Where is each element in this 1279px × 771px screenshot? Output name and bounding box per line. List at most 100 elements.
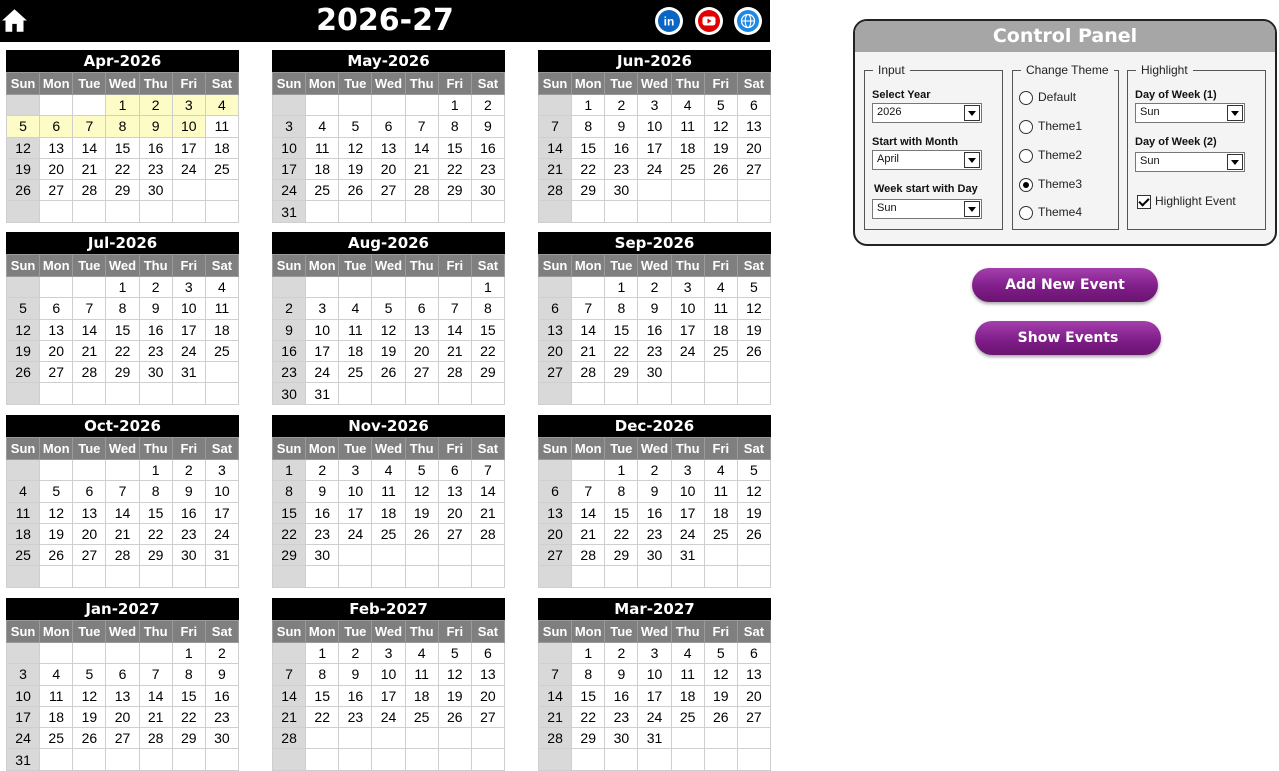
day-cell[interactable]: 30 — [604, 727, 639, 750]
day-cell[interactable]: 19 — [404, 501, 439, 524]
day-cell[interactable]: 16 — [171, 501, 206, 524]
day-cell[interactable]: 28 — [537, 179, 573, 202]
day-cell[interactable]: 3 — [5, 663, 41, 686]
day-cell[interactable]: 28 — [437, 361, 472, 384]
day-cell[interactable]: 19 — [338, 157, 373, 181]
chevron-down-icon[interactable] — [964, 105, 980, 121]
day-cell[interactable]: 20 — [72, 522, 107, 546]
show-events-button[interactable]: Show Events — [975, 321, 1161, 355]
day-cell[interactable]: 30 — [271, 382, 307, 405]
day-cell[interactable]: 30 — [637, 361, 672, 384]
day-cell[interactable]: 1 — [305, 641, 340, 665]
day-cell[interactable]: 30 — [637, 544, 672, 567]
day-cell[interactable]: 20 — [537, 339, 573, 363]
day-cell[interactable]: 14 — [571, 318, 606, 341]
day-cell[interactable]: 18 — [204, 136, 240, 159]
day-cell[interactable]: 3 — [637, 641, 672, 665]
day-cell[interactable]: 27 — [371, 179, 406, 202]
day-cell[interactable]: 13 — [736, 115, 772, 138]
day-cell[interactable]: 11 — [338, 318, 373, 341]
day-cell[interactable]: 21 — [138, 705, 173, 729]
day-cell[interactable]: 30 — [604, 179, 639, 202]
day-cell[interactable]: 1 — [171, 641, 206, 665]
day-cell[interactable]: 7 — [404, 115, 439, 138]
globe-icon[interactable] — [734, 7, 762, 35]
day-cell[interactable]: 18 — [338, 339, 373, 363]
day-cell[interactable]: 17 — [371, 684, 406, 707]
day-cell[interactable]: 21 — [537, 157, 573, 181]
day-cell[interactable]: 20 — [537, 522, 573, 546]
day-cell[interactable]: 17 — [204, 501, 240, 524]
day-cell[interactable]: 22 — [138, 522, 173, 546]
day-cell[interactable]: 5 — [703, 93, 738, 117]
day-cell[interactable]: 5 — [5, 115, 41, 138]
chevron-down-icon[interactable] — [964, 201, 980, 217]
day-cell[interactable]: 27 — [39, 361, 74, 384]
day-cell[interactable]: 14 — [571, 501, 606, 524]
day-cell[interactable]: 13 — [371, 136, 406, 159]
day-cell[interactable]: 27 — [404, 361, 439, 384]
day-cell[interactable]: 9 — [204, 663, 240, 686]
day-cell[interactable]: 13 — [736, 663, 772, 686]
radio-button[interactable] — [1019, 120, 1033, 134]
day-cell[interactable]: 6 — [39, 115, 74, 138]
day-cell[interactable]: 27 — [470, 705, 506, 729]
day-cell[interactable]: 16 — [138, 136, 173, 159]
day-cell[interactable]: 26 — [72, 727, 107, 750]
day-cell[interactable]: 14 — [537, 684, 573, 707]
day-cell[interactable]: 25 — [305, 179, 340, 202]
day-cell[interactable]: 24 — [338, 522, 373, 546]
day-cell[interactable]: 6 — [105, 663, 140, 686]
day-cell[interactable]: 26 — [736, 522, 772, 546]
day-cell[interactable]: 24 — [637, 157, 672, 181]
day-cell[interactable]: 22 — [271, 522, 307, 546]
day-cell[interactable]: 31 — [5, 748, 41, 771]
day-cell[interactable]: 31 — [670, 544, 705, 567]
day-cell[interactable]: 19 — [703, 136, 738, 159]
day-cell[interactable]: 15 — [571, 684, 606, 707]
day-cell[interactable]: 9 — [604, 663, 639, 686]
day-cell[interactable]: 16 — [604, 136, 639, 159]
day-cell[interactable]: 8 — [571, 663, 606, 686]
day-cell[interactable]: 24 — [305, 361, 340, 384]
day-cell[interactable]: 15 — [470, 318, 506, 341]
day-cell[interactable]: 1 — [437, 93, 472, 117]
day-cell[interactable]: 8 — [105, 115, 140, 138]
day-cell[interactable]: 8 — [105, 297, 140, 320]
chevron-down-icon[interactable] — [964, 152, 980, 168]
day-cell[interactable]: 25 — [204, 157, 240, 181]
day-cell[interactable]: 28 — [271, 727, 307, 750]
radio-button[interactable] — [1019, 178, 1033, 192]
day-cell[interactable]: 22 — [470, 339, 506, 363]
day-cell[interactable]: 23 — [138, 339, 173, 363]
day-cell[interactable]: 7 — [470, 458, 506, 482]
day-cell[interactable]: 5 — [39, 480, 74, 503]
day-cell[interactable]: 22 — [437, 157, 472, 181]
day-cell[interactable]: 17 — [5, 705, 41, 729]
day-cell[interactable]: 28 — [470, 522, 506, 546]
day-cell[interactable]: 15 — [604, 318, 639, 341]
day-cell[interactable]: 6 — [736, 641, 772, 665]
day-cell[interactable]: 26 — [703, 705, 738, 729]
day-cell[interactable]: 27 — [736, 157, 772, 181]
day-cell[interactable]: 29 — [138, 544, 173, 567]
day-cell[interactable]: 20 — [404, 339, 439, 363]
dow1-dropdown[interactable]: Sun — [1135, 103, 1245, 123]
day-cell[interactable]: 3 — [338, 458, 373, 482]
day-cell[interactable]: 8 — [604, 297, 639, 320]
day-cell[interactable]: 26 — [437, 705, 472, 729]
day-cell[interactable]: 30 — [305, 544, 340, 567]
day-cell[interactable]: 16 — [138, 318, 173, 341]
day-cell[interactable]: 23 — [604, 705, 639, 729]
day-cell[interactable]: 26 — [703, 157, 738, 181]
day-cell[interactable]: 14 — [72, 318, 107, 341]
day-cell[interactable]: 18 — [670, 136, 705, 159]
day-cell[interactable]: 4 — [338, 297, 373, 320]
day-cell[interactable]: 4 — [404, 641, 439, 665]
day-cell[interactable]: 15 — [171, 684, 206, 707]
select-year-dropdown[interactable]: 2026 — [872, 103, 982, 123]
day-cell[interactable]: 27 — [537, 361, 573, 384]
day-cell[interactable]: 13 — [72, 501, 107, 524]
day-cell[interactable]: 29 — [171, 727, 206, 750]
day-cell[interactable]: 13 — [105, 684, 140, 707]
